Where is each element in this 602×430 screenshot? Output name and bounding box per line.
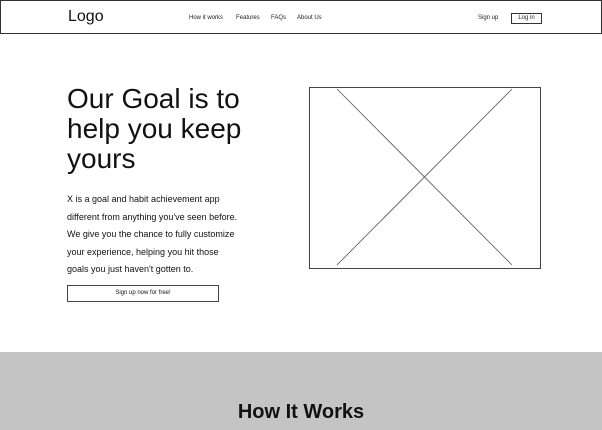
hero-heading-line-1: Our Goal is to [67,83,240,114]
hero-heading-line-2: help you keep [67,113,242,144]
logo[interactable]: Logo [68,8,104,26]
nav-link-faqs[interactable]: FAQs [271,15,286,21]
hero-description-line: X is a goal and habit achievement app [67,194,220,204]
image-placeholder-icon [309,87,541,269]
nav-link-about-us[interactable]: About Us [297,15,322,21]
nav-link-features[interactable]: Features [236,15,260,21]
hero-description-line: different from anything you've seen befo… [67,211,238,222]
hero-heading: Our Goal is to help you keep yours [67,84,287,174]
how-it-works-section: How It Works [0,352,602,430]
hero-description-line: your experience, helping you hit those [67,246,219,257]
hero-heading-line-3: yours [67,143,136,174]
hero-description: X is a goal and habit achievement app di… [67,191,267,279]
hero-description-line: We give you the chance to fully customiz… [67,229,235,239]
hero-description-line: goals you just haven't gotten to. [67,264,194,274]
top-navbar: Logo How it works Features FAQs About Us… [0,0,602,34]
signup-cta-button[interactable]: Sign up now for free! [67,285,219,302]
login-button[interactable]: Log in [511,13,542,24]
nav-link-how-it-works[interactable]: How it works [189,15,223,21]
how-it-works-title: How It Works [237,401,365,423]
signup-link[interactable]: Sign up [478,15,498,21]
